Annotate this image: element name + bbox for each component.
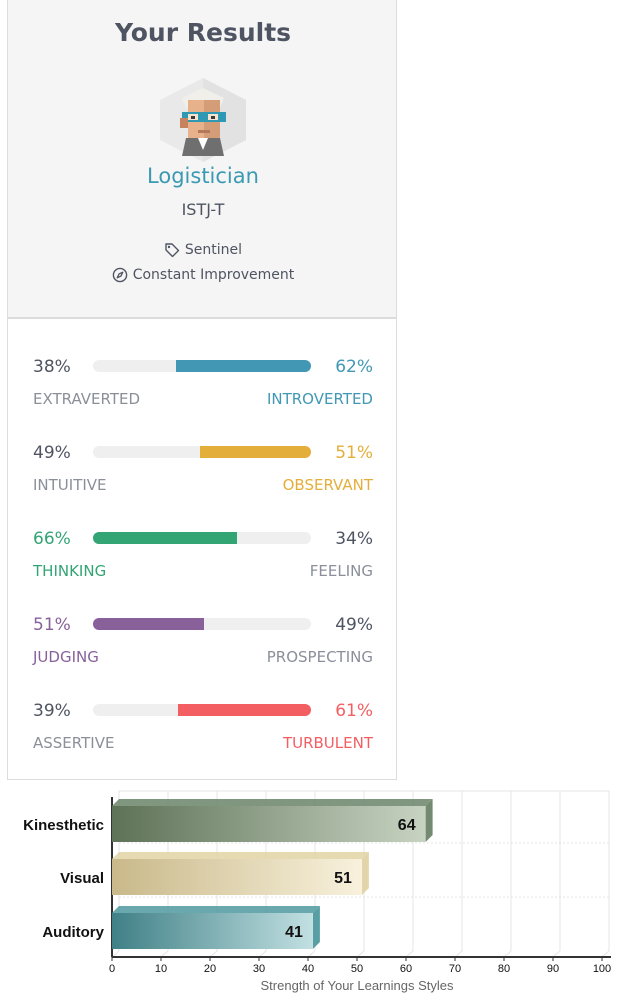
- bar-top-face: [112, 799, 433, 806]
- trait-bar: [93, 532, 311, 544]
- trait-row-energy: 38% 62% EXTRAVERTED INTROVERTED: [8, 357, 398, 427]
- x-tick-label: 60: [400, 963, 412, 975]
- page-title: Your Results: [114, 18, 292, 47]
- trait-right-percent: 62%: [335, 357, 373, 377]
- trait-left-label: JUDGING: [33, 648, 99, 666]
- bar-kinesthetic: [112, 806, 426, 842]
- x-tick-label: 100: [593, 963, 611, 975]
- trait-left-label: EXTRAVERTED: [33, 390, 141, 408]
- bar-auditory: [112, 913, 313, 949]
- bar-value-label: 41: [285, 924, 303, 941]
- tag-icon: [165, 243, 180, 258]
- trait-row-tactics: 51% 49% JUDGING PROSPECTING: [8, 615, 398, 685]
- trait-bar: [93, 446, 311, 458]
- results-summary-card: Your Results Logistician ISTJ-T Sentinel…: [7, 0, 397, 318]
- trait-bar: [93, 704, 311, 716]
- personality-type-name: Logistician: [147, 164, 259, 188]
- trait-left-percent: 51%: [33, 615, 71, 635]
- bar-top-face: [112, 906, 320, 913]
- x-tick-label: 0: [109, 963, 115, 975]
- trait-bar: [93, 360, 311, 372]
- logistician-avatar-icon: [158, 78, 248, 162]
- bar-side-face: [425, 799, 433, 842]
- trait-left-percent: 38%: [33, 357, 71, 377]
- trait-bar: [93, 618, 311, 630]
- strategy-line: Constant Improvement: [8, 267, 398, 283]
- trait-right-percent: 51%: [335, 443, 373, 463]
- bar-visual: [112, 859, 362, 895]
- trait-left-label: THINKING: [33, 562, 107, 580]
- x-tick-label: 90: [547, 963, 559, 975]
- x-tick-label: 40: [302, 963, 314, 975]
- trait-right-percent: 49%: [335, 615, 373, 635]
- trait-left-label: INTUITIVE: [33, 476, 107, 494]
- trait-bar-fill: [93, 532, 237, 544]
- role-line: Sentinel: [8, 242, 398, 258]
- trait-right-label: TURBULENT: [282, 734, 373, 752]
- trait-right-label: PROSPECTING: [266, 648, 373, 666]
- trait-bar-fill: [199, 446, 311, 458]
- x-tick-label: 20: [204, 963, 216, 975]
- role-text: Sentinel: [184, 242, 243, 258]
- x-tick-label: 30: [253, 963, 265, 975]
- x-axis-label: Strength of Your Learnings Styles: [261, 978, 454, 993]
- category-label: Kinesthetic: [23, 817, 104, 834]
- trait-bar-fill: [178, 704, 311, 716]
- bar-value-label: 64: [398, 817, 416, 834]
- trait-right-percent: 34%: [335, 529, 373, 549]
- trait-left-percent: 66%: [33, 529, 71, 549]
- bar-side-face: [312, 906, 320, 949]
- personality-type-code: ISTJ-T: [181, 200, 225, 219]
- trait-left-label: ASSERTIVE: [33, 734, 115, 752]
- strategy-text: Constant Improvement: [132, 267, 295, 283]
- learning-styles-chart: 64 Kinesthetic 51 Visual 41 Auditory 0 10 20 30 40…: [23, 790, 611, 993]
- compass-icon: [112, 267, 128, 283]
- trait-right-label: OBSERVANT: [282, 476, 373, 494]
- category-label: Visual: [60, 870, 104, 887]
- trait-bar-fill: [175, 360, 311, 372]
- trait-left-percent: 39%: [33, 701, 71, 721]
- trait-row-identity: 39% 61% ASSERTIVE TURBULENT: [8, 701, 398, 771]
- x-tick-label: 50: [351, 963, 363, 975]
- x-tick-label: 70: [449, 963, 461, 975]
- trait-row-mind: 49% 51% INTUITIVE OBSERVANT: [8, 443, 398, 513]
- trait-left-percent: 49%: [33, 443, 71, 463]
- category-label: Auditory: [42, 924, 104, 941]
- bar-value-label: 51: [334, 870, 352, 887]
- trait-row-nature: 66% 34% THINKING FEELING: [8, 529, 398, 599]
- trait-bar-fill: [93, 618, 205, 630]
- trait-right-label: INTROVERTED: [266, 390, 373, 408]
- traits-card: 38% 62% EXTRAVERTED INTROVERTED 49% 51% …: [7, 318, 397, 780]
- bar-top-face: [112, 852, 369, 859]
- x-tick-label: 10: [155, 963, 167, 975]
- trait-right-percent: 61%: [335, 701, 373, 721]
- x-tick-label: 80: [498, 963, 510, 975]
- trait-right-label: FEELING: [309, 562, 373, 580]
- bar-side-face: [361, 852, 369, 895]
